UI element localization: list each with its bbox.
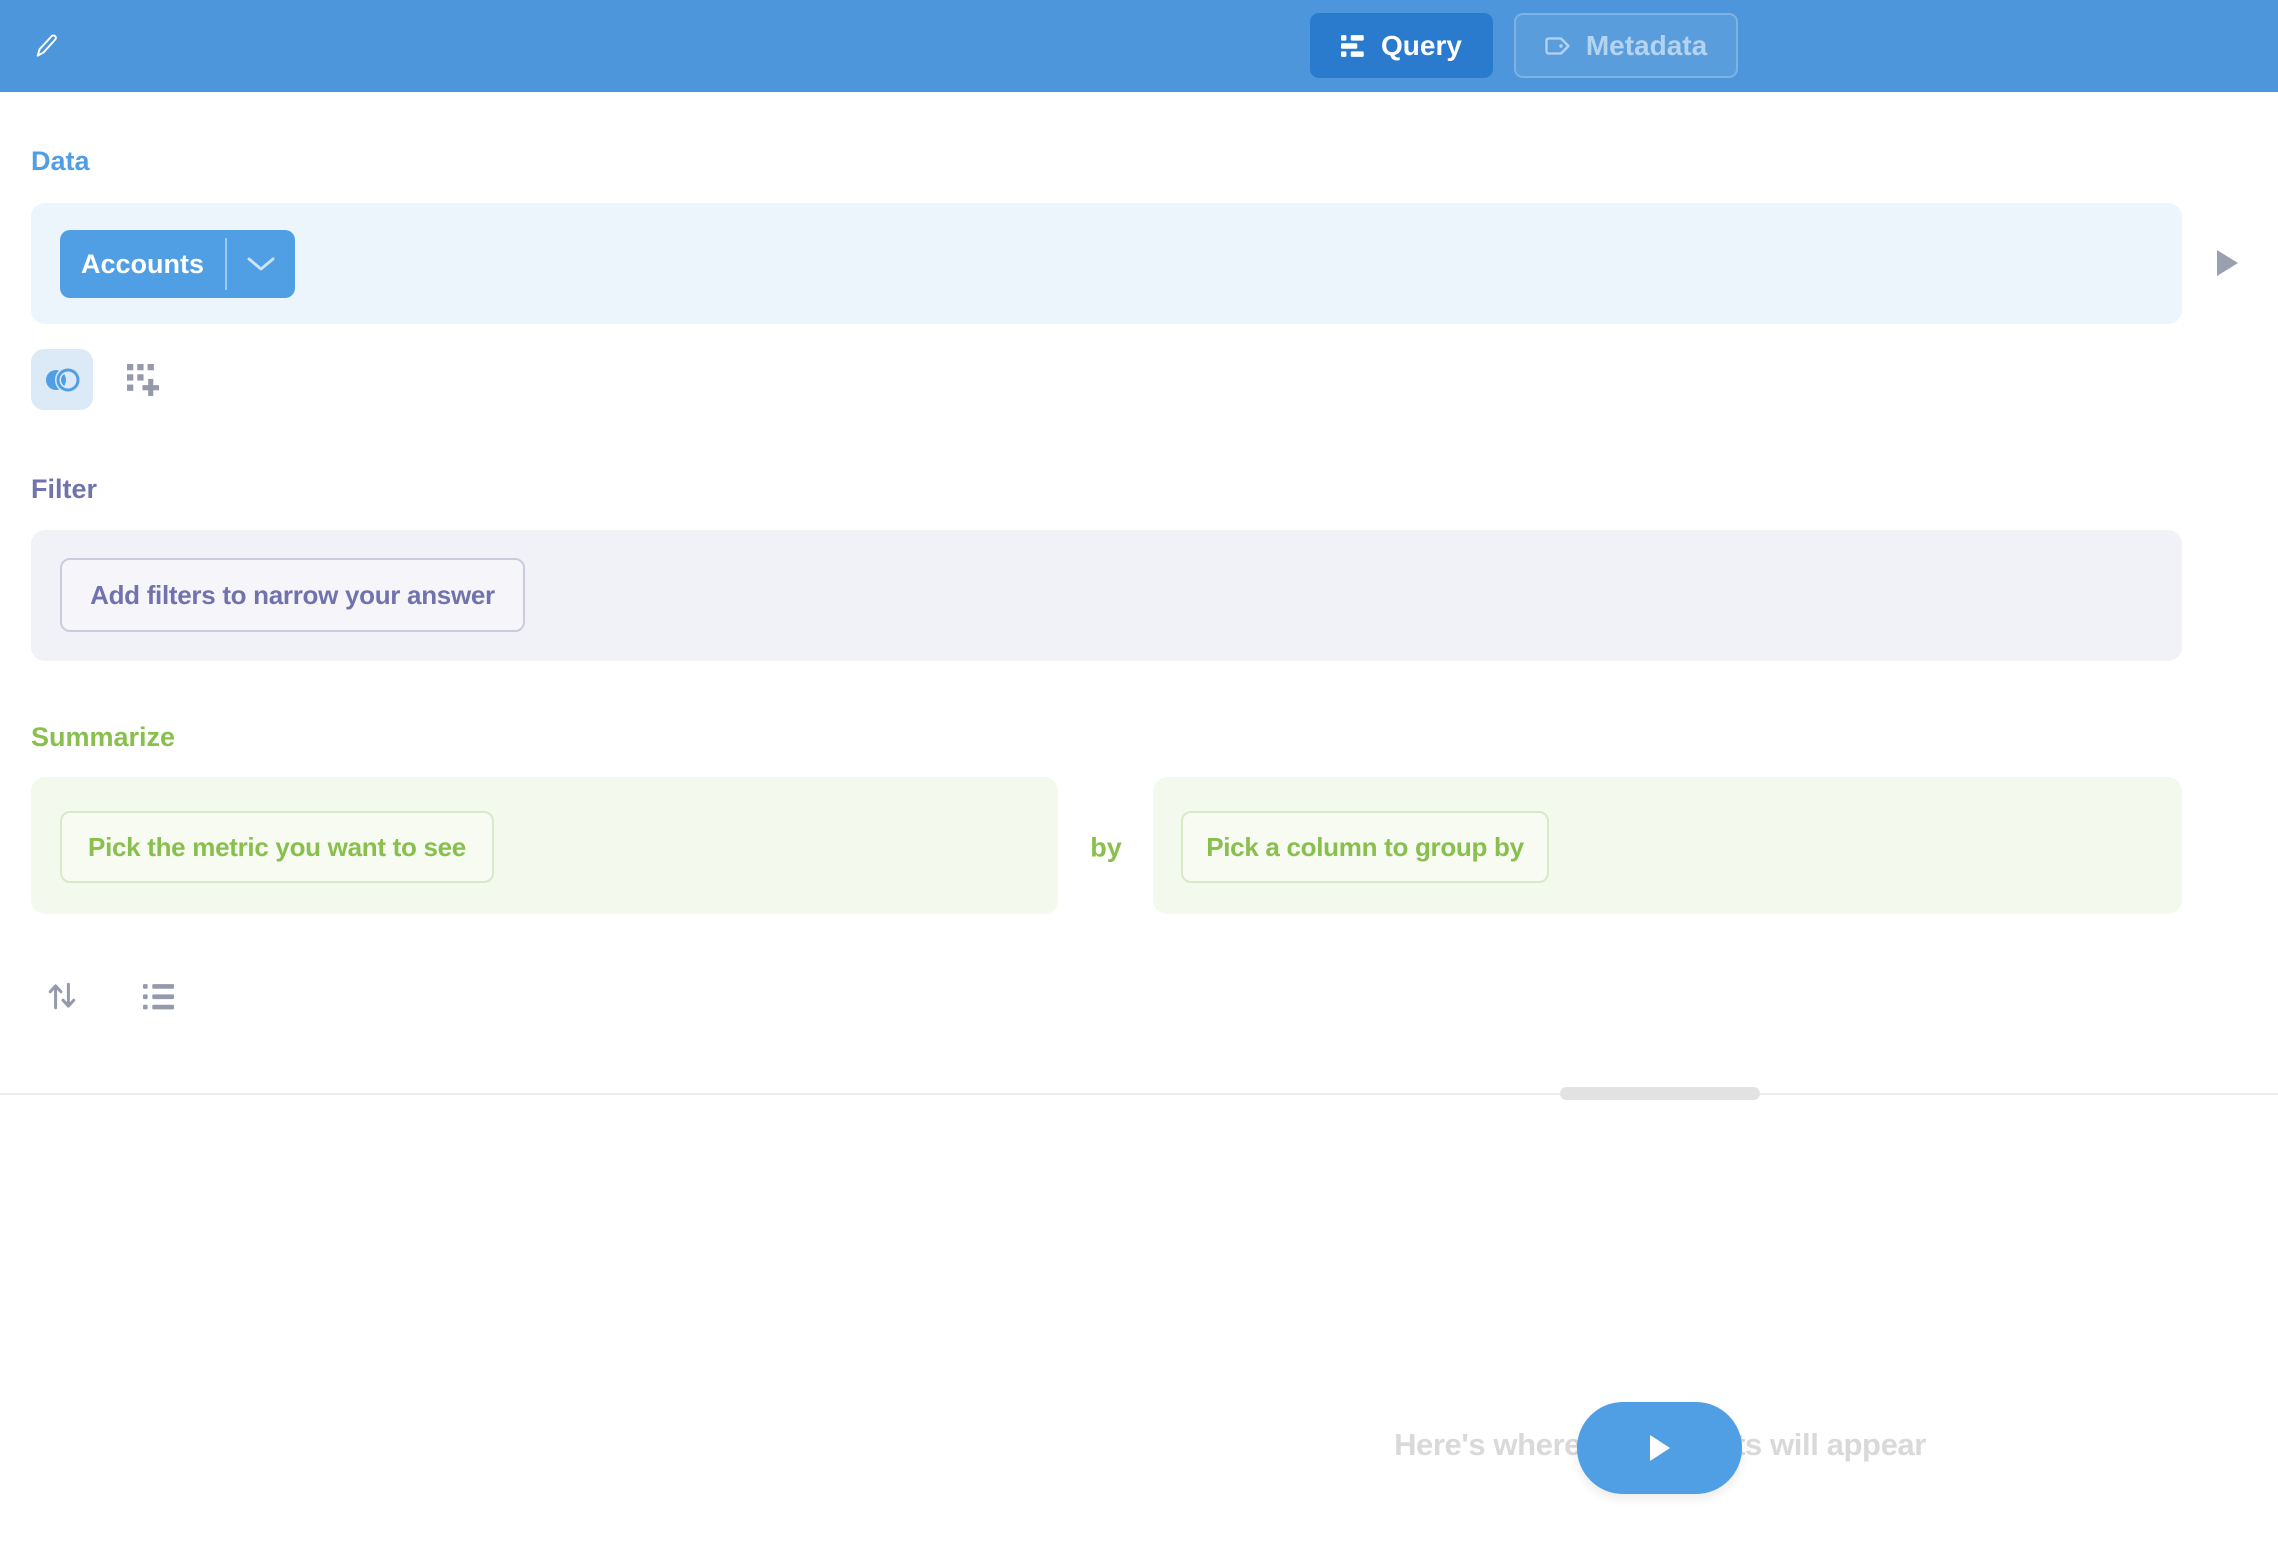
- tab-metadata-label: Metadata: [1586, 30, 1707, 62]
- data-section-container: Accounts: [31, 203, 2182, 324]
- edit-title-button[interactable]: [24, 22, 68, 68]
- tab-query[interactable]: Query: [1310, 13, 1493, 78]
- add-filter-button[interactable]: Add filters to narrow your answer: [60, 558, 525, 632]
- editor-tabs: Query Metadata: [1310, 13, 1738, 78]
- table-picker-label: Accounts: [60, 230, 225, 298]
- tag-icon: [1545, 35, 1572, 57]
- pick-groupby-button[interactable]: Pick a column to group by: [1181, 811, 1549, 883]
- chevron-down-icon[interactable]: [227, 230, 295, 298]
- query-builder-page: Query Metadata Data Accounts: [0, 0, 2278, 1542]
- sort-icon: [46, 980, 78, 1012]
- header-bar: Query Metadata: [0, 0, 2278, 92]
- sort-step-button[interactable]: [42, 976, 82, 1016]
- by-label: by: [1090, 833, 1122, 864]
- join-data-button[interactable]: [31, 349, 93, 410]
- summarize-section-label: Summarize: [31, 722, 175, 753]
- play-preview-icon: [2216, 249, 2239, 277]
- tab-query-label: Query: [1381, 30, 1462, 62]
- join-icon: [42, 365, 82, 395]
- pick-metric-button[interactable]: Pick the metric you want to see: [60, 811, 494, 883]
- custom-column-icon: [127, 364, 159, 396]
- list-icon: [143, 983, 174, 1011]
- row-limit-button[interactable]: [138, 977, 178, 1017]
- table-picker-button[interactable]: Accounts: [60, 230, 295, 298]
- run-query-button[interactable]: [1577, 1402, 1742, 1494]
- tab-metadata[interactable]: Metadata: [1514, 13, 1738, 78]
- data-section-label: Data: [31, 146, 90, 177]
- custom-column-button[interactable]: [124, 361, 162, 399]
- notebook-results-divider: [0, 1093, 2278, 1095]
- pencil-icon: [33, 32, 60, 59]
- play-icon: [1648, 1433, 1672, 1463]
- filter-section-label: Filter: [31, 474, 97, 505]
- preview-step-button[interactable]: [2216, 248, 2242, 278]
- notebook-icon: [1341, 34, 1367, 58]
- summarize-groupby-container: Pick a column to group by: [1153, 777, 2182, 914]
- filter-section-container: Add filters to narrow your answer: [31, 530, 2182, 661]
- resize-drag-handle[interactable]: [1560, 1087, 1760, 1100]
- summarize-metric-container: Pick the metric you want to see: [31, 777, 1058, 914]
